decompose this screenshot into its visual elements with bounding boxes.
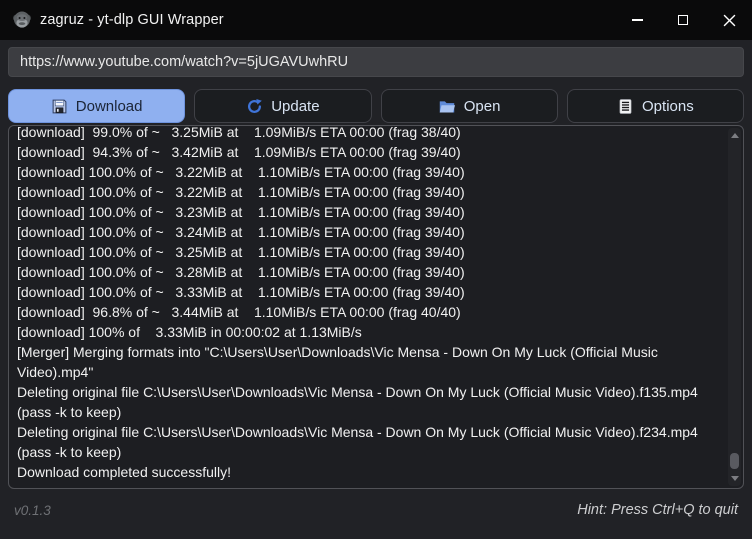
refresh-icon bbox=[246, 98, 263, 115]
log-wrap: [download] 99.0% of ~ 3.25MiB at 1.09MiB… bbox=[0, 125, 752, 489]
close-button[interactable] bbox=[706, 0, 752, 40]
update-button[interactable]: Update bbox=[194, 89, 371, 123]
options-button[interactable]: Options bbox=[567, 89, 744, 123]
open-folder-icon bbox=[438, 98, 456, 115]
app-window: zagruz - yt-dlp GUI Wrapper Download bbox=[0, 0, 752, 539]
gorilla-app-icon bbox=[12, 10, 32, 30]
options-button-label: Options bbox=[642, 98, 694, 115]
minimize-icon bbox=[632, 19, 643, 20]
log-text: [download] 99.0% of ~ 3.25MiB at 1.09MiB… bbox=[17, 125, 721, 482]
update-button-label: Update bbox=[271, 98, 319, 115]
close-icon bbox=[723, 14, 736, 27]
scroll-up-icon[interactable] bbox=[731, 133, 739, 138]
statusbar: v0.1.3 Hint: Press Ctrl+Q to quit bbox=[0, 489, 752, 539]
scroll-down-icon[interactable] bbox=[731, 476, 739, 481]
log-output-area[interactable]: [download] 99.0% of ~ 3.25MiB at 1.09MiB… bbox=[8, 125, 744, 489]
toolbar: Download Update Open Optio bbox=[0, 77, 752, 125]
maximize-button[interactable] bbox=[660, 0, 706, 40]
download-button-label: Download bbox=[76, 98, 143, 115]
scrollbar-thumb[interactable] bbox=[730, 453, 739, 469]
window-title: zagruz - yt-dlp GUI Wrapper bbox=[40, 12, 224, 28]
version-label: v0.1.3 bbox=[14, 503, 51, 518]
url-input[interactable] bbox=[8, 47, 744, 77]
open-button-label: Open bbox=[464, 98, 501, 115]
download-button[interactable]: Download bbox=[8, 89, 185, 123]
floppy-disk-icon bbox=[51, 98, 68, 115]
url-row bbox=[0, 40, 752, 77]
maximize-icon bbox=[678, 15, 688, 25]
log-scrollbar[interactable] bbox=[728, 128, 741, 486]
open-button[interactable]: Open bbox=[381, 89, 558, 123]
minimize-button[interactable] bbox=[614, 0, 660, 40]
options-list-icon bbox=[617, 98, 634, 115]
titlebar: zagruz - yt-dlp GUI Wrapper bbox=[0, 0, 752, 40]
quit-hint-label: Hint: Press Ctrl+Q to quit bbox=[577, 502, 738, 518]
